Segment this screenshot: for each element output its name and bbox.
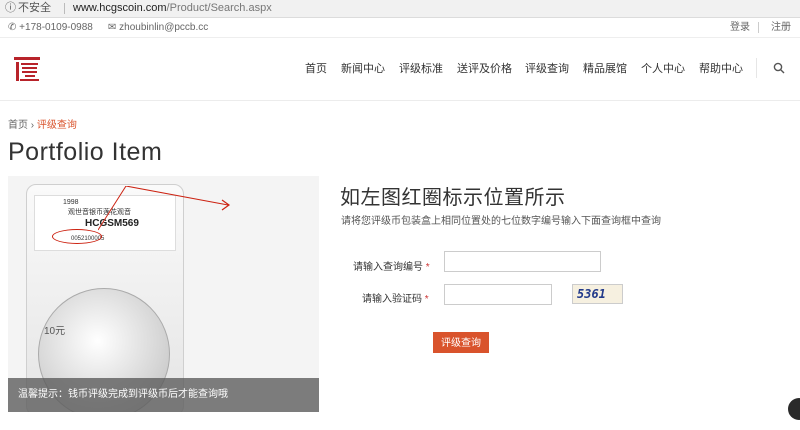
info-icon[interactable]: ⓘ: [5, 0, 16, 17]
mail-icon: ✉: [108, 22, 117, 33]
captcha-label-text: 请输入验证码: [362, 294, 422, 305]
divider: [758, 22, 759, 33]
nav-item-user-center[interactable]: 个人中心: [641, 60, 685, 76]
pointer-arrow-icon: [98, 186, 231, 231]
browser-address-bar[interactable]: ⓘ 不安全 www.hcgscoin.com/Product/Search.as…: [0, 0, 800, 18]
chat-widget-icon[interactable]: [788, 398, 800, 420]
nav-item-grading-standard[interactable]: 评级标准: [399, 60, 443, 76]
register-link[interactable]: 注册: [771, 18, 791, 37]
email-address: zhoubinlin@pccb.cc: [119, 22, 209, 33]
query-number-label-text: 请输入查询编号: [353, 262, 423, 273]
grading-query-button[interactable]: 评级查询: [433, 332, 489, 353]
breadcrumb-separator: ›: [30, 120, 35, 131]
tip-text: 温馨提示：钱币评级完成到评级币后才能查询哦: [18, 389, 228, 400]
tip-banner: 温馨提示：钱币评级完成到评级币后才能查询哦: [8, 378, 319, 412]
site-logo[interactable]: [12, 55, 42, 83]
required-mark: *: [425, 262, 430, 273]
url-path: /Product/Search.aspx: [166, 2, 272, 14]
serial-highlight-circle: [52, 229, 102, 244]
nav-item-grading-query[interactable]: 评级查询: [525, 60, 569, 76]
breadcrumb-current: 评级查询: [36, 120, 77, 131]
nav-item-submit-price[interactable]: 送评及价格: [457, 60, 512, 76]
nav-item-gallery[interactable]: 精品展馆: [583, 60, 627, 76]
breadcrumb: 首页 › 评级查询: [8, 116, 77, 131]
divider: [64, 3, 65, 14]
form-instructions: 请将您评级币包装盒上相同位置处的七位数字编号输入下面查询框中查询: [341, 216, 661, 227]
required-mark: *: [424, 294, 429, 305]
url-domain: www.hcgscoin.com: [73, 2, 167, 14]
nav-item-home[interactable]: 首页: [305, 60, 327, 76]
form-heading: 如左图红圈标示位置所示: [340, 187, 566, 209]
search-icon[interactable]: [773, 62, 785, 74]
coin-year: 1998: [63, 199, 79, 206]
query-number-input[interactable]: [444, 251, 601, 272]
coin-denomination: 10元: [44, 326, 66, 337]
url-text[interactable]: www.hcgscoin.com/Product/Search.aspx: [73, 0, 272, 17]
query-number-label: 请输入查询编号 *: [353, 258, 430, 273]
phone-number: +178-0109-0988: [19, 22, 93, 33]
divider: [756, 58, 757, 78]
captcha-input[interactable]: [444, 284, 552, 305]
phone-info: ✆ +178-0109-0988: [8, 18, 93, 37]
login-link[interactable]: 登录: [730, 18, 750, 37]
nav-item-news[interactable]: 新闻中心: [341, 60, 385, 76]
security-label: 不安全: [18, 2, 51, 14]
captcha-label: 请输入验证码 *: [362, 290, 429, 305]
top-contact-bar: ✆ +178-0109-0988 ✉ zhoubinlin@pccb.cc 登录…: [0, 18, 800, 38]
captcha-image[interactable]: 5361: [572, 284, 623, 304]
nav-item-help[interactable]: 帮助中心: [699, 60, 743, 76]
phone-icon: ✆: [8, 22, 17, 33]
email-info: ✉ zhoubinlin@pccb.cc: [108, 18, 208, 37]
page-title: Portfolio Item: [8, 138, 163, 166]
site-header: 首页 新闻中心 评级标准 送评及价格 评级查询 精品展馆 个人中心 帮助中心: [0, 38, 800, 101]
breadcrumb-home[interactable]: 首页: [8, 120, 28, 131]
